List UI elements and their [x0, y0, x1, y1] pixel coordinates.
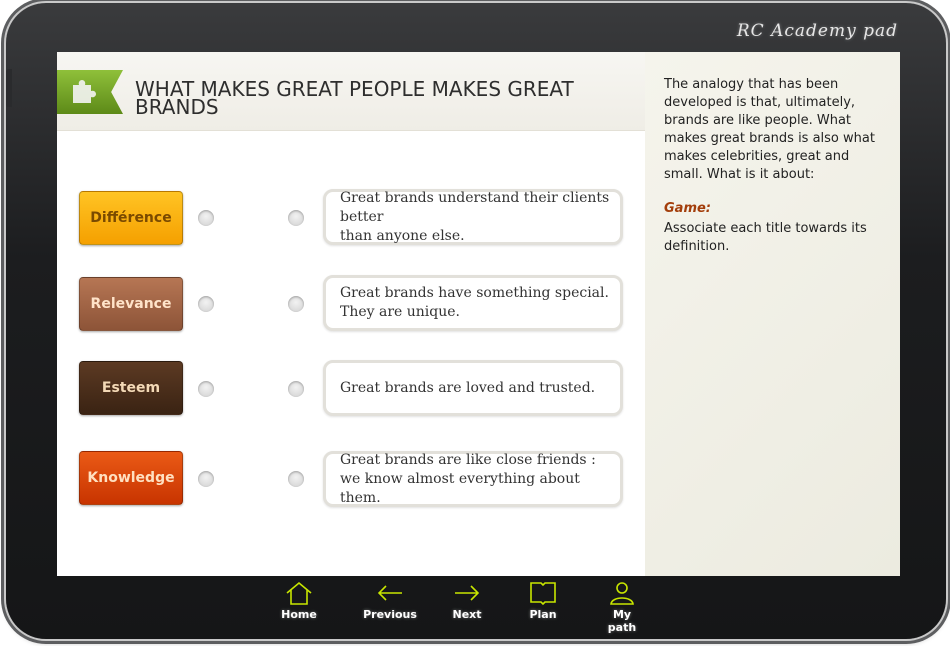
lesson-title: WHAT MAKES GREAT PEOPLE MAKES GREAT BRAN…	[135, 77, 574, 119]
term-connector-1[interactable]	[198, 210, 214, 226]
nav-my-path[interactable]: My path	[598, 580, 646, 634]
device-brand: RC Academy pad	[736, 21, 898, 41]
match-row-2: Relevance Great brands have something sp…	[57, 275, 645, 336]
definition-connector-1[interactable]	[288, 210, 304, 226]
puzzle-icon	[73, 80, 96, 103]
nav-previous-label: Previous	[363, 608, 417, 621]
lesson-header: WHAT MAKES GREAT PEOPLE MAKES GREAT BRAN…	[57, 52, 645, 131]
match-row-3: Esteem Great brands are loved and truste…	[57, 360, 645, 420]
term-connector-3[interactable]	[198, 381, 214, 397]
definition-connector-4[interactable]	[288, 471, 304, 487]
nav-previous[interactable]: Previous	[362, 580, 418, 621]
nav-home[interactable]: Home	[280, 580, 318, 621]
definition-card-2[interactable]: Great brands have something special. The…	[323, 275, 623, 331]
term-relevance[interactable]: Relevance	[79, 277, 183, 331]
definition-card-1[interactable]: Great brands understand their clients be…	[323, 189, 623, 245]
intro-text: The analogy that has been developed is t…	[664, 77, 875, 182]
nav-next[interactable]: Next	[451, 580, 483, 621]
term-difference[interactable]: Différence	[79, 191, 183, 245]
definition-card-4[interactable]: Great brands are like close friends : we…	[323, 451, 623, 507]
tablet-side-button	[6, 69, 12, 107]
term-connector-2[interactable]	[198, 296, 214, 312]
arrow-right-icon	[455, 585, 480, 601]
home-icon	[286, 581, 312, 605]
nav-my-path-label: My path	[607, 608, 637, 634]
term-esteem[interactable]: Esteem	[79, 361, 183, 415]
game-label: Game:	[664, 201, 712, 216]
game-instructions: Associate each title towards its definit…	[664, 221, 867, 254]
bottom-nav: Home Previous Next Plan My path	[270, 580, 670, 636]
definition-connector-2[interactable]	[288, 296, 304, 312]
definition-card-3[interactable]: Great brands are loved and trusted.	[323, 360, 623, 416]
definition-connector-3[interactable]	[288, 381, 304, 397]
nav-plan-label: Plan	[529, 608, 557, 621]
book-icon	[530, 582, 556, 606]
nav-home-label: Home	[281, 608, 317, 621]
term-knowledge[interactable]: Knowledge	[79, 451, 183, 505]
match-row-1: Différence Great brands understand their…	[57, 187, 645, 247]
nav-plan[interactable]: Plan	[528, 580, 558, 621]
lesson-ribbon	[57, 70, 123, 114]
screen: WHAT MAKES GREAT PEOPLE MAKES GREAT BRAN…	[57, 52, 900, 576]
user-icon	[610, 582, 634, 605]
arrow-left-icon	[377, 585, 402, 601]
info-sidebar: The analogy that has been developed is t…	[645, 52, 900, 576]
activity-panel: WHAT MAKES GREAT PEOPLE MAKES GREAT BRAN…	[57, 52, 645, 576]
nav-next-label: Next	[452, 608, 482, 621]
term-connector-4[interactable]	[198, 471, 214, 487]
match-row-4: Knowledge Great brands are like close fr…	[57, 450, 645, 510]
